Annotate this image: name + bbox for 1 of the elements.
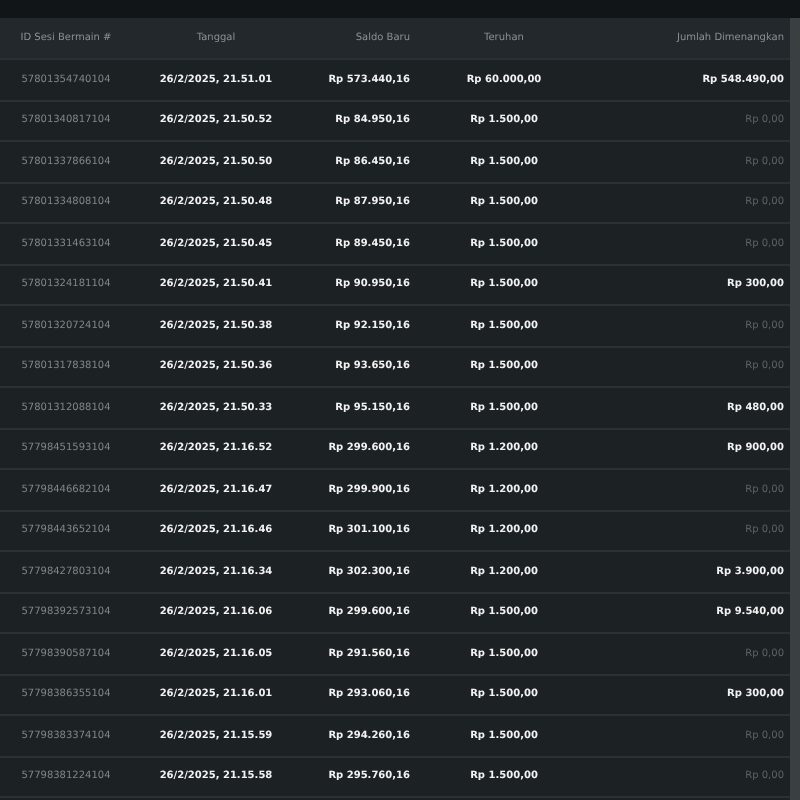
scrollbar[interactable] xyxy=(790,18,800,800)
